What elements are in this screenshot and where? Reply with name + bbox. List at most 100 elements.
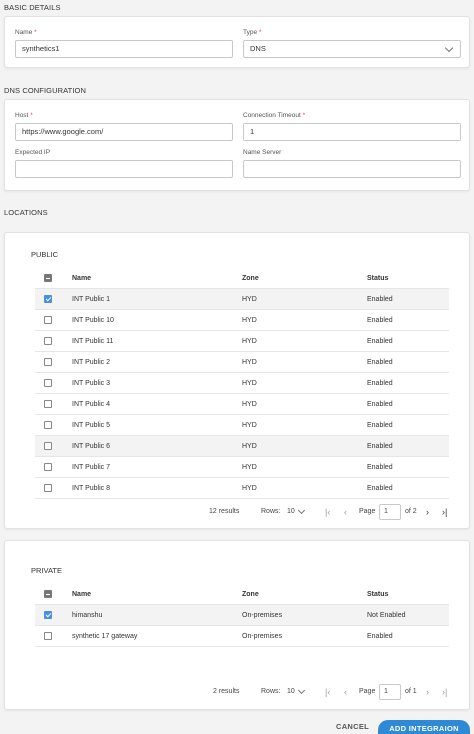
type-label: Type [243,29,258,36]
row-checkbox[interactable] [44,442,52,450]
row-checkbox[interactable] [44,463,52,471]
table-row[interactable]: INT Public 4 HYD Enabled [35,394,449,415]
table-row[interactable]: INT Public 11 HYD Enabled [35,331,449,352]
column-header-name: Name [72,275,92,282]
row-checkbox[interactable] [44,337,52,345]
expected-ip-input[interactable] [15,160,233,178]
host-input[interactable]: https://www.google.com/ [15,123,233,141]
row-zone: On-premises [242,633,283,640]
row-checkbox[interactable] [44,316,52,324]
row-status: Enabled [367,464,393,471]
table-row[interactable]: INT Public 8 HYD Enabled [35,478,449,499]
table-row[interactable]: INT Public 10 HYD Enabled [35,310,449,331]
timeout-input[interactable]: 1 [243,123,461,141]
rows-per-page-select[interactable]: 10 [287,502,295,522]
next-page-icon[interactable]: › [426,502,429,522]
first-page-icon[interactable]: |‹ [325,502,330,522]
next-page-icon[interactable]: › [426,682,429,702]
prev-page-icon[interactable]: ‹ [344,502,347,522]
select-all-checkbox[interactable] [44,274,52,282]
row-name: INT Public 3 [72,380,110,387]
chevron-down-icon [297,686,306,695]
chevron-down-icon [297,506,306,515]
table-row[interactable]: synthetic 17 gateway On-premises Enabled [35,626,449,647]
table-header-row: Name Zone Status [35,268,449,289]
timeout-field: Connection Timeout * 1 [243,111,461,141]
table-row[interactable]: INT Public 6 HYD Enabled [35,436,449,457]
private-group-title: PRIVATE [31,566,62,575]
page-of-label: of 2 [405,508,417,515]
row-zone: HYD [242,464,257,471]
required-mark: * [34,29,37,36]
private-pager: 2 results Rows: 10 |‹ ‹ Page 1 of 1 › ›| [5,682,471,702]
name-server-field: Name Server [243,148,461,178]
last-page-icon[interactable]: ›| [442,502,447,522]
row-checkbox[interactable] [44,611,52,619]
row-checkbox[interactable] [44,295,52,303]
name-server-input[interactable] [243,160,461,178]
row-checkbox[interactable] [44,400,52,408]
row-name: INT Public 8 [72,485,110,492]
row-status: Enabled [367,633,393,640]
row-name: himanshu [72,612,103,619]
table-row[interactable]: INT Public 3 HYD Enabled [35,373,449,394]
page-label: Page [359,688,376,695]
row-status: Enabled [367,380,393,387]
last-page-icon[interactable]: ›| [442,682,447,702]
row-checkbox[interactable] [44,379,52,387]
page-input[interactable]: 1 [379,504,401,520]
row-zone: HYD [242,296,257,303]
first-page-icon[interactable]: |‹ [325,682,330,702]
locations-title: LOCATIONS [4,208,48,217]
table-header-row: Name Zone Status [35,584,449,605]
page-of-label: of 1 [405,688,417,695]
table-row[interactable]: himanshu On-premises Not Enabled [35,605,449,626]
row-zone: HYD [242,317,257,324]
row-name: INT Public 10 [72,317,114,324]
required-mark: * [302,112,306,119]
table-row[interactable]: INT Public 7 HYD Enabled [35,457,449,478]
row-checkbox[interactable] [44,632,52,640]
row-name: INT Public 2 [72,359,110,366]
row-name: INT Public 4 [72,401,110,408]
column-header-status: Status [367,275,389,282]
add-integration-button[interactable]: ADD INTEGRAION [378,720,470,734]
row-zone: On-premises [242,612,283,619]
results-count: 12 results [209,508,240,515]
page-input[interactable]: 1 [379,684,401,700]
row-zone: HYD [242,485,257,492]
table-row[interactable]: INT Public 5 HYD Enabled [35,415,449,436]
row-checkbox[interactable] [44,358,52,366]
row-zone: HYD [242,359,257,366]
cancel-button[interactable]: CANCEL [336,722,369,731]
public-group-title: PUBLIC [31,250,59,259]
table-row[interactable]: INT Public 1 HYD Enabled [35,289,449,310]
basic-details-title: BASIC DETAILS [4,3,61,12]
public-rows: INT Public 1 HYD Enabled INT Public 10 HYD En… [35,289,449,499]
row-name: INT Public 6 [72,443,110,450]
name-input[interactable]: synthetics1 [15,40,233,58]
expected-ip-field: Expected IP [15,148,233,178]
row-zone: HYD [242,443,257,450]
page-label: Page [359,508,376,515]
row-checkbox[interactable] [44,484,52,492]
type-select[interactable]: DNS [243,40,461,58]
results-count: 2 results [213,688,240,695]
expected-ip-label: Expected IP [15,149,51,156]
required-mark: * [258,29,262,36]
table-row[interactable]: INT Public 2 HYD Enabled [35,352,449,373]
select-all-checkbox[interactable] [44,590,52,598]
name-field: Name * synthetics1 [15,28,233,58]
private-rows: himanshu On-premises Not Enabled synthetic … [35,605,449,647]
row-name: INT Public 7 [72,464,110,471]
required-mark: * [30,112,33,119]
row-status: Enabled [367,359,393,366]
chevron-down-icon [444,43,454,53]
dns-config-card: Host * https://www.google.com/ Connectio… [4,99,470,191]
row-checkbox[interactable] [44,421,52,429]
column-header-status: Status [367,591,389,598]
prev-page-icon[interactable]: ‹ [344,682,347,702]
row-status: Enabled [367,422,393,429]
rows-per-page-select[interactable]: 10 [287,682,295,702]
row-name: INT Public 11 [72,338,114,345]
